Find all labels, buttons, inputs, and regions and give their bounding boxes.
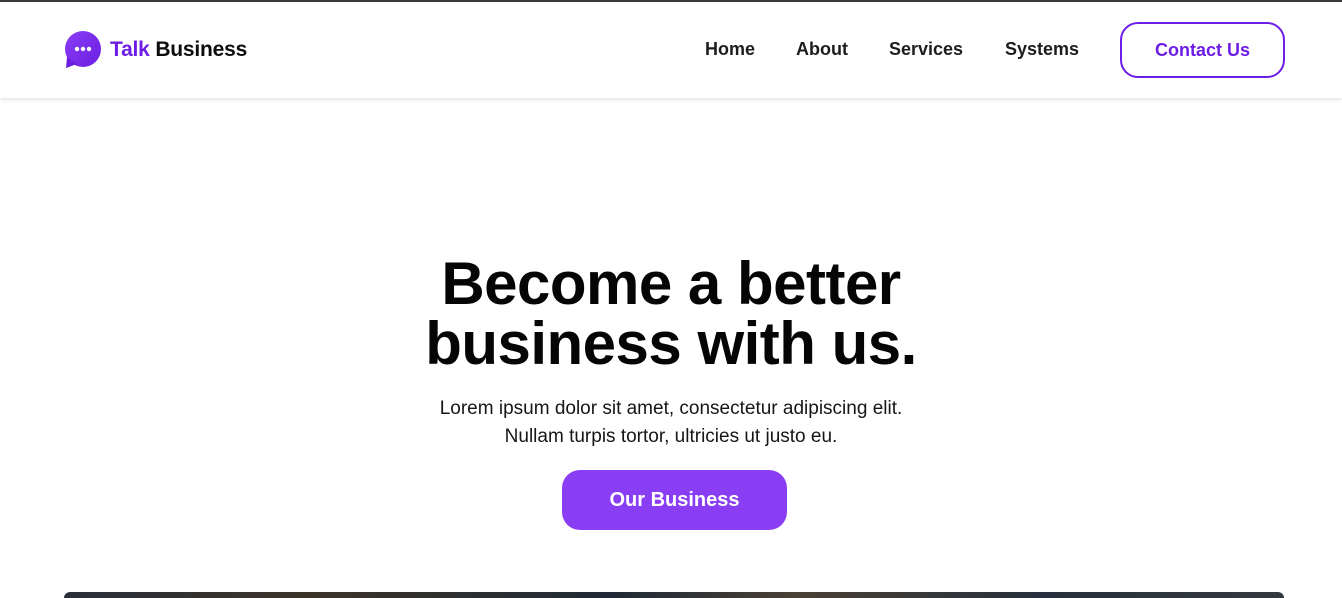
nav-link-services[interactable]: Services [889,39,963,60]
hero-image [64,592,1284,598]
hero-title: Become a better business with us. [0,254,1342,374]
hero-title-line-2: business with us. [425,310,917,377]
nav-link-systems[interactable]: Systems [1005,39,1079,60]
nav-link-home[interactable]: Home [705,39,755,60]
hero-section: Become a better business with us. Lorem … [0,98,1342,598]
hero-subtitle-line-1: Lorem ipsum dolor sit amet, consectetur … [439,398,903,419]
contact-us-button[interactable]: Contact Us [1120,22,1285,78]
hero-title-line-1: Become a better [441,250,901,317]
nav-link-about[interactable]: About [796,39,848,60]
site-header: Talk Business Home About Services System… [0,2,1342,98]
hero-subtitle: Lorem ipsum dolor sit amet, consectetur … [0,395,1342,451]
hero-subtitle-line-2: Nullam turpis tortor, ultricies ut justo… [504,426,838,447]
our-business-button[interactable]: Our Business [562,470,787,530]
